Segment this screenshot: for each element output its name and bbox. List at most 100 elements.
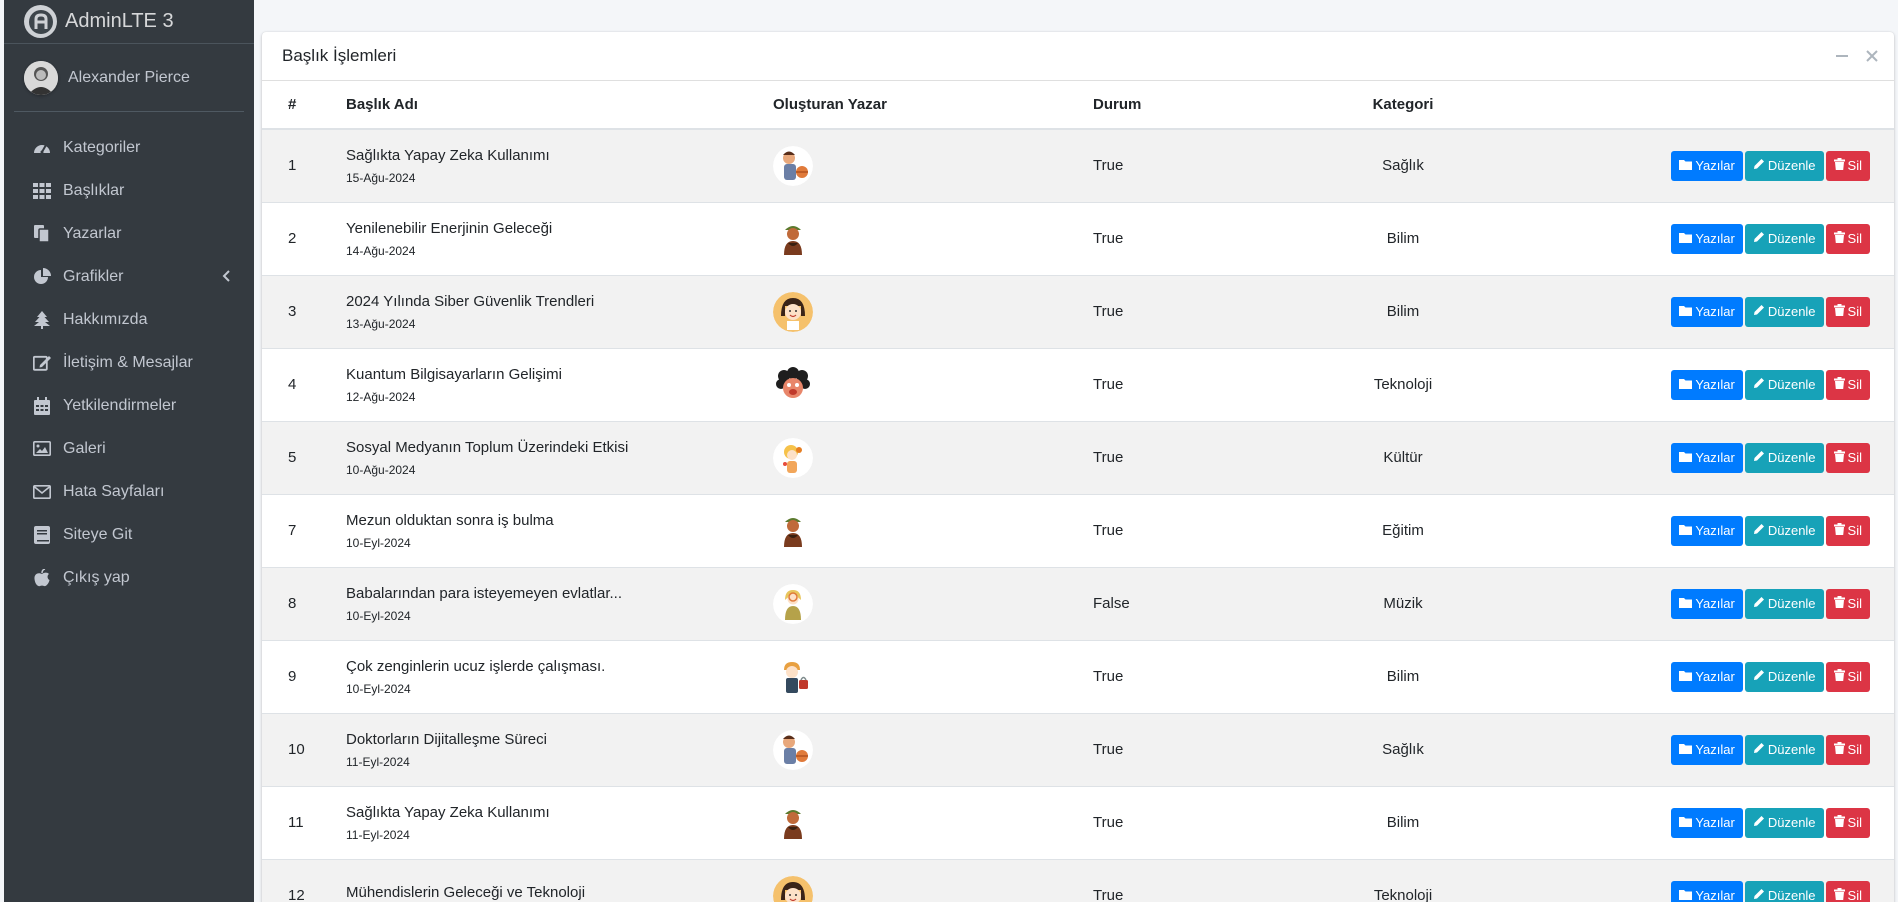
sidebar-item-label: Yetkilendirmeler	[63, 396, 177, 414]
titles-table: # Başlık Adı Oluşturan Yazar Durum Kateg…	[262, 81, 1894, 902]
col-category[interactable]: Kategori	[1303, 81, 1503, 130]
close-icon[interactable]	[1864, 48, 1880, 64]
delete-button-label: Sil	[1847, 158, 1862, 174]
posts-button[interactable]: Yazılar	[1671, 515, 1743, 546]
row-author-cell	[773, 713, 1093, 786]
row-author-cell	[773, 421, 1093, 494]
row-author-cell	[773, 786, 1093, 859]
delete-button[interactable]: Sil	[1825, 442, 1870, 473]
col-title[interactable]: Başlık Adı	[346, 81, 773, 130]
col-author[interactable]: Oluşturan Yazar	[773, 81, 1093, 130]
folder-icon	[1679, 450, 1693, 465]
sidebar-item-yetkilendirmeler[interactable]: Yetkilendirmeler	[4, 384, 254, 427]
posts-button[interactable]: Yazılar	[1671, 734, 1743, 765]
posts-button-label: Yazılar	[1695, 377, 1735, 392]
collapse-minus-icon[interactable]	[1834, 48, 1850, 64]
row-actions: Yazılar Düzenle Sil	[1503, 859, 1894, 902]
edit-button-label: Düzenle	[1767, 377, 1816, 392]
row-actions: Yazılar Düzenle Sil	[1503, 129, 1894, 202]
grid-icon	[31, 182, 53, 200]
row-date: 13-Ağu-2024	[346, 316, 416, 331]
user-avatar	[24, 60, 58, 95]
folder-icon	[1679, 304, 1693, 319]
edit-button[interactable]: Düzenle	[1744, 442, 1824, 473]
sidebar-item-çıkış-yap[interactable]: Çıkış yap	[4, 556, 254, 599]
posts-button[interactable]: Yazılar	[1671, 880, 1743, 902]
row-author-cell	[773, 494, 1093, 567]
row-title: Sağlıkta Yapay Zeka Kullanımı	[346, 803, 550, 821]
row-author-cell	[773, 275, 1093, 348]
delete-button[interactable]: Sil	[1825, 807, 1870, 838]
edit-button[interactable]: Düzenle	[1744, 880, 1824, 902]
delete-button[interactable]: Sil	[1825, 515, 1870, 546]
sidebar-item-grafikler[interactable]: Grafikler	[4, 255, 254, 298]
author-avatar	[773, 656, 1093, 697]
edit-button-label: Düzenle	[1767, 523, 1816, 538]
apple-icon	[31, 568, 53, 587]
author-avatar	[773, 583, 1093, 624]
delete-button[interactable]: Sil	[1825, 150, 1870, 181]
edit-button[interactable]: Düzenle	[1744, 150, 1824, 181]
edit-button[interactable]: Düzenle	[1744, 223, 1824, 254]
posts-button[interactable]: Yazılar	[1671, 296, 1743, 327]
posts-button[interactable]: Yazılar	[1671, 223, 1743, 254]
row-category: Sağlık	[1382, 741, 1424, 758]
col-status[interactable]: Durum	[1093, 81, 1303, 130]
calendar-icon	[31, 396, 53, 415]
row-title: 2024 Yılında Siber Güvenlik Trendleri	[346, 292, 595, 310]
brand-link[interactable]: AdminLTE 3	[4, 0, 254, 44]
row-author-cell	[773, 859, 1093, 902]
delete-button[interactable]: Sil	[1825, 223, 1870, 254]
posts-button[interactable]: Yazılar	[1671, 369, 1743, 400]
sidebar-item-hakkımızda[interactable]: Hakkımızda	[4, 298, 254, 341]
trash-icon	[1833, 742, 1845, 757]
trash-icon	[1833, 523, 1845, 538]
edit-button[interactable]: Düzenle	[1744, 588, 1824, 619]
edit-button[interactable]: Düzenle	[1744, 296, 1824, 327]
titles-card: Başlık İşlemleri # Başlık Adı Oluşturan …	[262, 32, 1894, 902]
edit-button[interactable]: Düzenle	[1744, 515, 1824, 546]
user-panel[interactable]: Alexander Pierce	[14, 44, 244, 112]
posts-button[interactable]: Yazılar	[1671, 588, 1743, 619]
row-category: Sağlık	[1382, 157, 1424, 175]
edit-button[interactable]: Düzenle	[1744, 807, 1824, 838]
delete-button[interactable]: Sil	[1825, 369, 1870, 400]
posts-button[interactable]: Yazılar	[1671, 442, 1743, 473]
delete-button[interactable]: Sil	[1825, 296, 1870, 327]
edit-button-label: Düzenle	[1767, 669, 1816, 684]
posts-button[interactable]: Yazılar	[1671, 150, 1743, 181]
delete-button[interactable]: Sil	[1825, 734, 1870, 765]
delete-button[interactable]: Sil	[1825, 588, 1870, 619]
sidebar-item-başlıklar[interactable]: Başlıklar	[4, 169, 254, 212]
author-avatar	[773, 875, 1093, 902]
sidebar-item-kategoriler[interactable]: Kategoriler	[4, 126, 254, 169]
delete-button[interactable]: Sil	[1825, 661, 1870, 692]
posts-button[interactable]: Yazılar	[1671, 807, 1743, 838]
posts-button-label: Yazılar	[1695, 231, 1735, 246]
sidebar-item-siteye-git[interactable]: Siteye Git	[4, 513, 254, 556]
posts-button[interactable]: Yazılar	[1671, 661, 1743, 692]
chevron-left-icon[interactable]	[222, 269, 230, 287]
card-header: Başlık İşlemleri	[262, 32, 1894, 81]
sidebar-item-galeri[interactable]: Galeri	[4, 427, 254, 470]
sidebar-item-label: Galeri	[63, 439, 106, 457]
col-num[interactable]: #	[262, 81, 346, 130]
delete-button-label: Sil	[1847, 377, 1862, 392]
row-title: Mühendislerin Geleceği ve Teknoloji	[346, 883, 586, 901]
sidebar-item-i-letişim-mesajlar[interactable]: İletişim & Mesajlar	[4, 341, 254, 384]
delete-button[interactable]: Sil	[1825, 880, 1870, 902]
delete-button-label: Sil	[1847, 669, 1862, 684]
row-actions: Yazılar Düzenle Sil	[1503, 275, 1894, 348]
row-date: 11-Eyl-2024	[346, 754, 410, 769]
edit-button[interactable]: Düzenle	[1744, 734, 1824, 765]
edit-button[interactable]: Düzenle	[1744, 661, 1824, 692]
edit-button-label: Düzenle	[1767, 231, 1816, 246]
folder-icon	[1679, 596, 1693, 611]
edit-button[interactable]: Düzenle	[1744, 369, 1824, 400]
sidebar-item-yazarlar[interactable]: Yazarlar	[4, 212, 254, 255]
sidebar-item-hata-sayfaları[interactable]: Hata Sayfaları	[4, 470, 254, 513]
edit-button-label: Düzenle	[1767, 450, 1816, 465]
delete-button-label: Sil	[1847, 231, 1862, 246]
row-status: True	[1093, 449, 1124, 466]
posts-button-label: Yazılar	[1695, 742, 1735, 757]
